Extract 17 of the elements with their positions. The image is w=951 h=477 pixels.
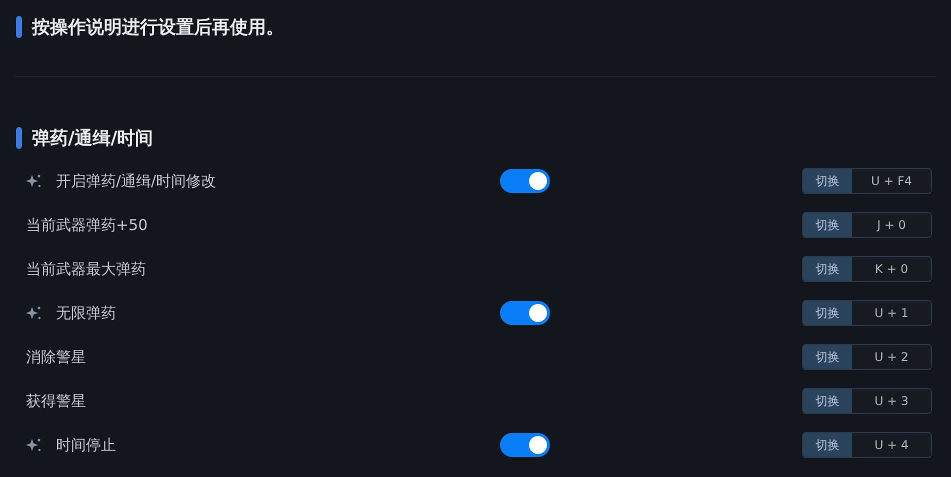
title-accent — [16, 127, 22, 149]
option-label: 消除警星 — [26, 348, 86, 366]
sparkle-icon — [26, 437, 42, 453]
option-label: 获得警星 — [26, 392, 86, 410]
toggle-switch[interactable] — [500, 433, 550, 457]
section-title: 弹药/通缉/时间 — [32, 127, 154, 150]
toggle-switch[interactable] — [500, 301, 550, 325]
sparkle-icon — [26, 305, 42, 321]
notice-title: 按操作说明进行设置后再使用。 — [32, 16, 284, 39]
option-label: 时间停止 — [56, 436, 116, 454]
sparkle-icon — [26, 173, 42, 189]
option-label: 无限弹药 — [56, 304, 116, 322]
option-label: 开启弹药/通缉/时间修改 — [56, 172, 216, 190]
title-accent — [16, 16, 22, 38]
option-label: 当前武器最大弹药 — [26, 260, 146, 278]
option-label: 当前武器弹药+50 — [26, 216, 148, 234]
toggle-switch[interactable] — [500, 169, 550, 193]
